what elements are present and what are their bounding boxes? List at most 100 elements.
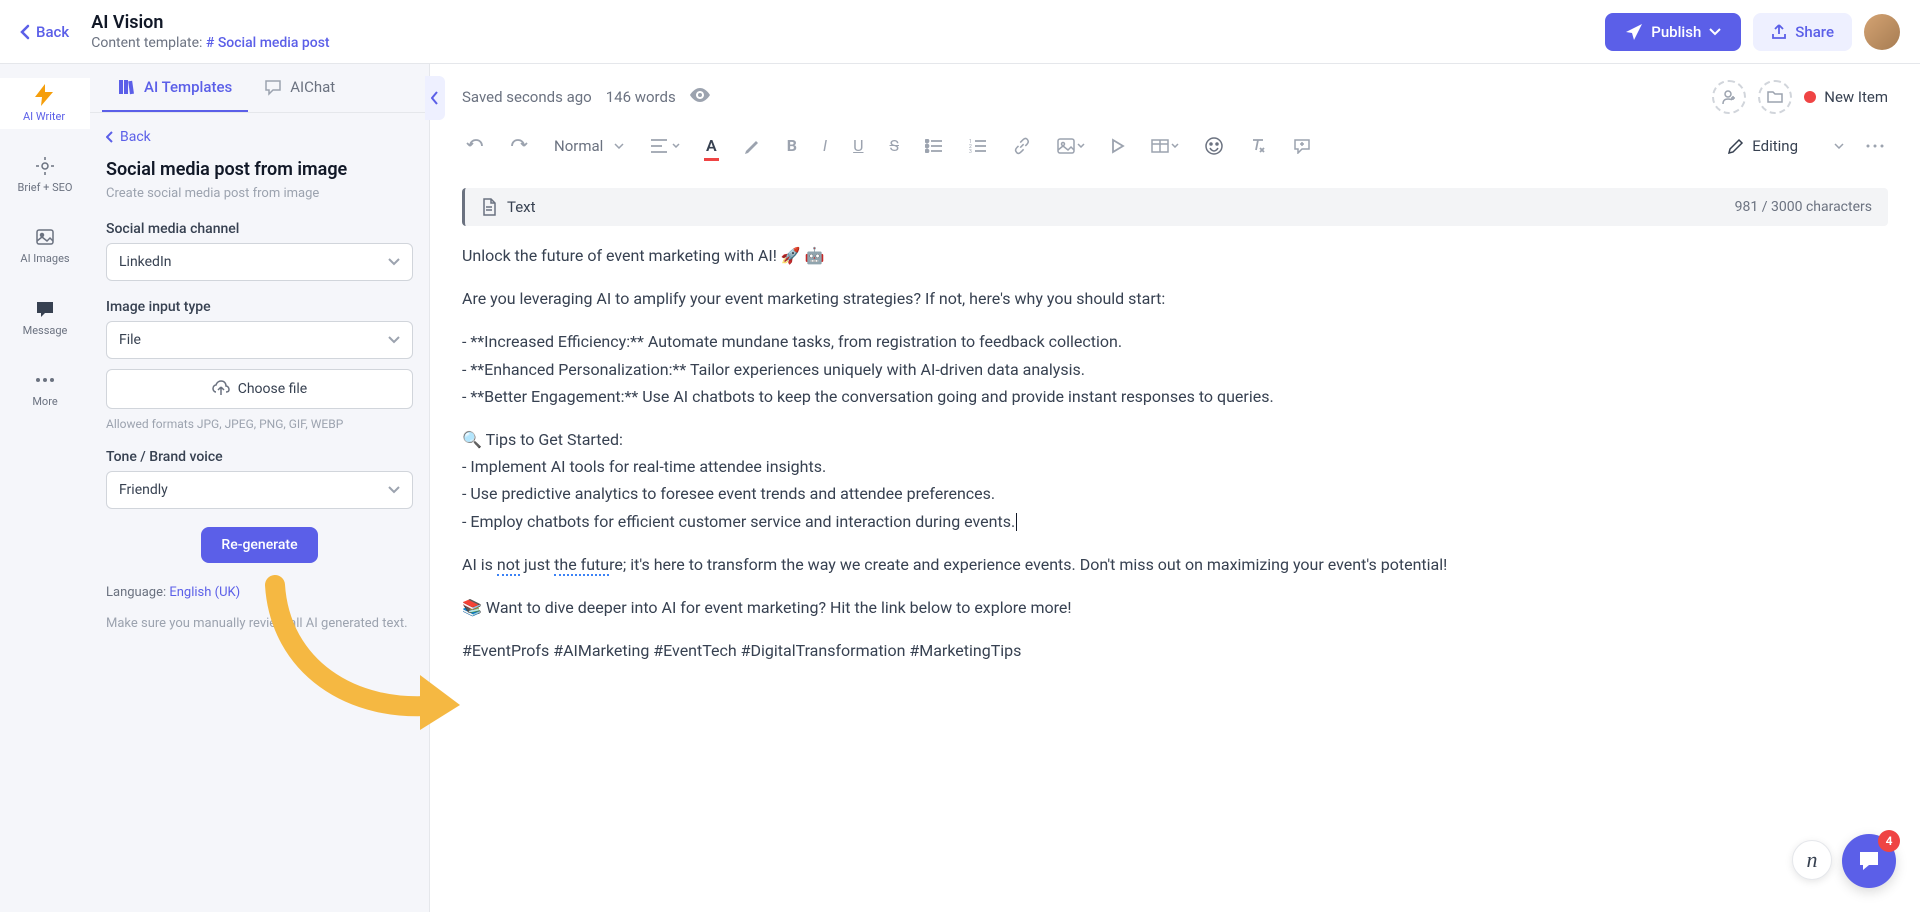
text-block-label: Text xyxy=(507,198,536,216)
undo-icon xyxy=(466,137,484,155)
tone-select[interactable]: Friendly xyxy=(106,471,413,509)
comment-button[interactable] xyxy=(1289,134,1315,158)
content-body[interactable]: Unlock the future of event marketing wit… xyxy=(462,242,1888,664)
tab-label: AI Templates xyxy=(144,78,232,96)
channel-select[interactable]: LinkedIn xyxy=(106,243,413,281)
chat-icon xyxy=(264,78,282,96)
send-icon xyxy=(1625,23,1643,41)
add-folder[interactable] xyxy=(1758,80,1792,114)
strikethrough-button[interactable]: S xyxy=(886,132,904,159)
link-icon xyxy=(1013,137,1031,155)
table-button[interactable] xyxy=(1147,135,1183,157)
rail-ai-images[interactable]: AI Images xyxy=(0,220,90,271)
bold-button[interactable]: B xyxy=(783,132,801,159)
add-collaborator[interactable] xyxy=(1712,80,1746,114)
upload-icon xyxy=(212,380,230,398)
channel-label: Social media channel xyxy=(106,221,413,237)
editing-label: Editing xyxy=(1752,137,1798,155)
publish-button[interactable]: Publish xyxy=(1605,13,1741,51)
italic-icon: I xyxy=(823,136,827,155)
numbered-list-button[interactable]: 123 xyxy=(965,135,991,157)
rail-more[interactable]: More xyxy=(0,363,90,414)
chat-widget[interactable]: 4 xyxy=(1842,834,1896,888)
text-block-header[interactable]: Text 981 / 3000 characters xyxy=(462,188,1888,226)
content-line: Unlock the future of event marketing wit… xyxy=(462,242,1888,269)
svg-text:3: 3 xyxy=(969,149,972,153)
link-button[interactable] xyxy=(1009,133,1035,159)
status-label: New Item xyxy=(1824,88,1888,106)
rail-message[interactable]: Message xyxy=(0,292,90,343)
editing-mode-toggle[interactable]: Editing xyxy=(1728,137,1844,155)
rail-ai-writer[interactable]: AI Writer xyxy=(0,78,90,129)
tab-ai-chat[interactable]: AIChat xyxy=(248,64,351,112)
avatar[interactable] xyxy=(1864,14,1900,50)
back-button[interactable]: Back xyxy=(20,23,69,41)
message-icon xyxy=(34,298,56,320)
word-count: 146 words xyxy=(606,88,676,106)
underline-button[interactable]: U xyxy=(849,132,867,159)
dots-icon xyxy=(1866,144,1884,148)
language-link[interactable]: English (UK) xyxy=(169,585,240,600)
bullet-list-button[interactable] xyxy=(921,135,947,157)
panel-subtitle: Create social media post from image xyxy=(106,186,413,201)
strikethrough-icon: S xyxy=(890,136,900,155)
table-icon xyxy=(1151,139,1169,153)
image-button[interactable] xyxy=(1053,134,1089,158)
sidebar-back-label: Back xyxy=(120,129,151,145)
target-icon xyxy=(34,155,56,177)
tab-label: AIChat xyxy=(290,78,335,96)
more-options-button[interactable] xyxy=(1862,140,1888,152)
rail-label: Brief + SEO xyxy=(18,181,73,194)
top-header: Back AI Vision Content template: # Socia… xyxy=(0,0,1920,64)
content-line: #EventProfs #AIMarketing #EventTech #Dig… xyxy=(462,637,1888,664)
redo-button[interactable] xyxy=(506,133,532,159)
regenerate-button[interactable]: Re-generate xyxy=(201,527,317,563)
back-label: Back xyxy=(36,23,69,41)
save-status: Saved seconds ago xyxy=(462,88,592,106)
share-button[interactable]: Share xyxy=(1753,13,1852,51)
clear-format-icon xyxy=(1249,137,1267,155)
numbered-list-icon: 123 xyxy=(969,139,987,153)
align-button[interactable] xyxy=(646,135,684,157)
status-dot-icon xyxy=(1804,91,1816,103)
user-plus-icon xyxy=(1721,89,1737,105)
text-color-button[interactable]: A xyxy=(702,132,721,159)
choose-file-button[interactable]: Choose file xyxy=(106,369,413,409)
clear-format-button[interactable] xyxy=(1245,133,1271,159)
template-link[interactable]: # Social media post xyxy=(206,35,330,51)
italic-button[interactable]: I xyxy=(819,132,831,159)
books-icon xyxy=(118,78,136,96)
chevron-down-icon xyxy=(1709,28,1721,36)
preview-button[interactable] xyxy=(690,88,710,106)
video-button[interactable] xyxy=(1107,134,1129,158)
undo-button[interactable] xyxy=(462,133,488,159)
content-line: 📚 Want to dive deeper into AI for event … xyxy=(462,594,1888,621)
play-icon xyxy=(1111,138,1125,154)
rail-label: AI Images xyxy=(20,252,69,265)
template-label: Content template: xyxy=(91,35,202,51)
tab-ai-templates[interactable]: AI Templates xyxy=(102,64,248,112)
emoji-button[interactable] xyxy=(1201,133,1227,159)
share-icon xyxy=(1771,24,1787,40)
rail-brief-seo[interactable]: Brief + SEO xyxy=(0,149,90,200)
panel-title: Social media post from image xyxy=(106,159,413,180)
language-label: Language: xyxy=(106,585,169,600)
bolt-icon xyxy=(33,84,55,106)
title-block: AI Vision Content template: # Social med… xyxy=(91,12,1605,51)
review-warning: Make sure you manually review all AI gen… xyxy=(106,614,413,634)
chat-badge: 4 xyxy=(1878,830,1900,852)
choose-file-label: Choose file xyxy=(238,381,308,397)
status-selector[interactable]: New Item xyxy=(1804,88,1888,106)
rail-label: More xyxy=(32,395,57,408)
sidebar-back[interactable]: Back xyxy=(106,129,413,145)
content-line: Are you leveraging AI to amplify your ev… xyxy=(462,285,1888,312)
paragraph-style-select[interactable]: Normal xyxy=(550,133,628,159)
highlight-button[interactable] xyxy=(739,133,765,159)
image-input-select[interactable]: File xyxy=(106,321,413,359)
image-icon xyxy=(1057,138,1075,154)
sidebar: AI Templates AIChat Back Social media po… xyxy=(90,64,430,912)
collapse-sidebar[interactable] xyxy=(425,76,445,120)
n-widget[interactable]: n xyxy=(1792,840,1832,880)
redo-icon xyxy=(510,137,528,155)
text-color-icon: A xyxy=(706,136,717,155)
